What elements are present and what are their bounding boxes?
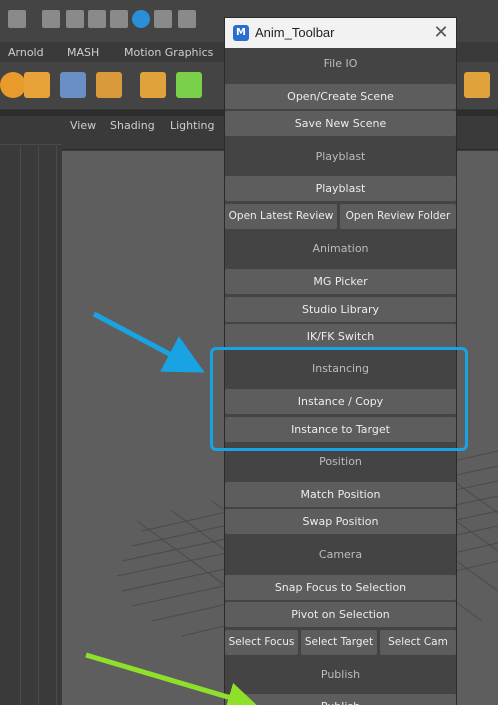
green-arrow-icon (85, 652, 258, 705)
annotation-arrows (85, 311, 258, 705)
blue-arrow-icon (92, 311, 205, 373)
